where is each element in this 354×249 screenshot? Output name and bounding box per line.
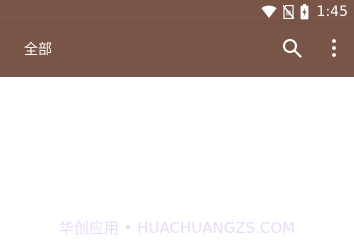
battery-charging-icon bbox=[300, 4, 309, 20]
no-sim-icon bbox=[282, 5, 294, 19]
status-time: 1:45 bbox=[316, 4, 348, 20]
wifi-icon bbox=[261, 5, 277, 19]
more-options-button[interactable] bbox=[319, 35, 349, 65]
watermark: 华创应用 • HUACHUANGZS.COM bbox=[58, 219, 296, 237]
more-vert-icon[interactable] bbox=[332, 39, 336, 61]
app-screen: 1:45 全部 华创应用 • HUACHUANGZS.COM bbox=[0, 0, 354, 249]
search-icon[interactable] bbox=[282, 38, 302, 62]
search-button[interactable] bbox=[277, 35, 307, 65]
app-bar: 全部 bbox=[0, 24, 354, 77]
page-title: 全部 bbox=[24, 42, 52, 58]
status-icons: 1:45 bbox=[261, 1, 348, 23]
status-bar: 1:45 bbox=[0, 0, 354, 24]
